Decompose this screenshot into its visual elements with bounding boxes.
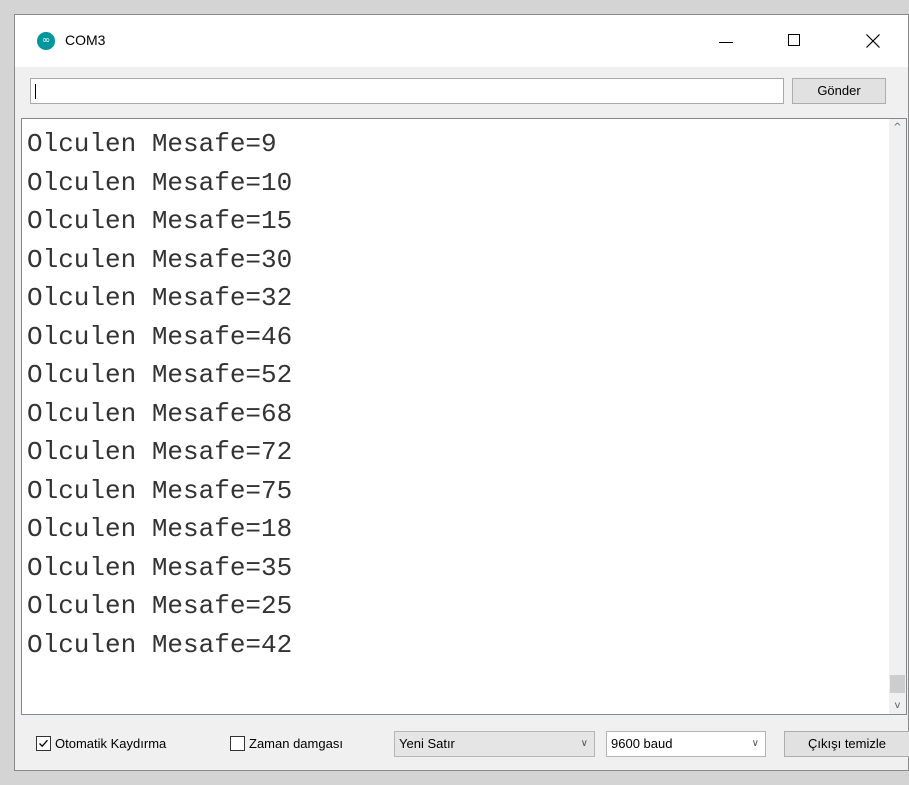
output-line: Olculen Mesafe=42 xyxy=(27,629,293,660)
serial-monitor-window: ∞ COM3 Gönder Olculen Mesafe=9 Olculen Me… xyxy=(14,14,909,771)
autoscroll-label: Otomatik Kaydırma xyxy=(55,736,167,751)
chevron-down-icon: ∨ xyxy=(751,738,759,749)
chevron-down-icon: ∨ xyxy=(580,738,588,749)
window-title: COM3 xyxy=(65,32,106,48)
timestamp-label: Zaman damgası xyxy=(249,736,343,751)
output-line: Olculen Mesafe=52 xyxy=(27,360,293,390)
autoscroll-checkbox[interactable]: Otomatik Kaydırma xyxy=(36,734,226,754)
vertical-scrollbar[interactable]: ^ v xyxy=(889,119,906,714)
clear-output-button[interactable]: Çıkışı temizle xyxy=(784,731,909,757)
output-line: Olculen Mesafe=30 xyxy=(27,244,293,275)
send-button[interactable]: Gönder xyxy=(792,78,886,104)
serial-output[interactable]: Olculen Mesafe=9 Olculen Mesafe=10 Olculen… xyxy=(21,118,907,715)
maximize-icon xyxy=(788,34,800,46)
title-bar[interactable]: ∞ COM3 xyxy=(15,15,908,67)
close-icon xyxy=(866,34,880,48)
checkbox-checked-icon[interactable] xyxy=(36,736,51,751)
output-line: Olculen Mesafe=46 xyxy=(27,321,293,352)
output-line: Olculen Mesafe=25 xyxy=(27,591,293,621)
baud-rate-value: 9600 baud xyxy=(611,736,673,751)
output-line: Olculen Mesafe=10 xyxy=(27,167,293,198)
output-line: Olculen Mesafe=15 xyxy=(27,206,293,236)
baud-rate-select[interactable]: 9600 baud ∨ xyxy=(606,731,766,757)
line-ending-value: Yeni Satır xyxy=(399,736,455,751)
send-row: Gönder xyxy=(15,67,908,115)
minimize-button[interactable] xyxy=(703,15,749,67)
output-line: Olculen Mesafe=68 xyxy=(27,398,293,429)
bottom-bar: Otomatik Kaydırma Zaman damgası Yeni Sat… xyxy=(15,717,909,772)
text-caret xyxy=(35,84,36,99)
timestamp-checkbox[interactable]: Zaman damgası xyxy=(230,734,390,754)
scroll-up-arrow-icon[interactable]: ^ xyxy=(889,119,906,136)
minimize-icon xyxy=(719,42,733,43)
maximize-button[interactable] xyxy=(771,15,817,67)
line-ending-select[interactable]: Yeni Satır ∨ xyxy=(394,731,595,757)
scroll-down-arrow-icon[interactable]: v xyxy=(889,697,906,714)
output-line: Olculen Mesafe=9 xyxy=(27,129,277,159)
output-lines: Olculen Mesafe=9 Olculen Mesafe=10 Olculen… xyxy=(27,125,292,664)
send-input[interactable] xyxy=(30,78,784,104)
arduino-icon: ∞ xyxy=(37,32,55,50)
output-line: Olculen Mesafe=18 xyxy=(27,514,293,544)
checkbox-unchecked-icon[interactable] xyxy=(230,736,245,751)
close-button[interactable] xyxy=(850,15,896,67)
output-line: Olculen Mesafe=32 xyxy=(27,283,293,313)
output-line: Olculen Mesafe=72 xyxy=(27,437,293,467)
scroll-thumb[interactable] xyxy=(890,675,905,693)
output-line: Olculen Mesafe=75 xyxy=(27,475,293,506)
output-line: Olculen Mesafe=35 xyxy=(27,552,293,583)
